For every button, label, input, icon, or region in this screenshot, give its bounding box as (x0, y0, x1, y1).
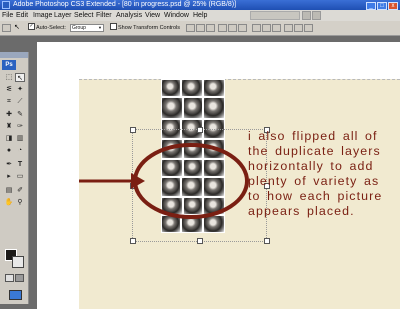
pointer-arrow-head (131, 173, 145, 189)
highlight-circle (133, 143, 249, 219)
canvas-caption: i also flipped all of the duplicate laye… (248, 129, 383, 218)
